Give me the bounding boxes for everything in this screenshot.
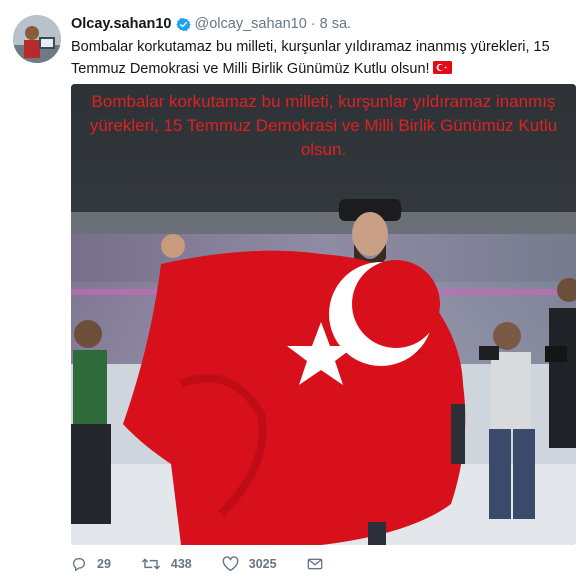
tweet-text-body: Bombalar korkutamaz bu milleti, kurşunla… bbox=[71, 39, 550, 77]
retweet-count: 438 bbox=[170, 557, 192, 571]
tweet-media[interactable]: Bombalar korkutamaz bu milleti, kurşunla… bbox=[71, 84, 576, 545]
tweet-text: Bombalar korkutamaz bu milleti, kurşunla… bbox=[71, 36, 571, 80]
like-icon bbox=[222, 556, 239, 572]
retweet-icon bbox=[141, 558, 161, 570]
timestamp[interactable]: 8 sa. bbox=[320, 16, 351, 32]
reply-icon bbox=[72, 558, 85, 571]
like-button[interactable]: 3025 bbox=[222, 556, 277, 572]
reply-count: 29 bbox=[97, 557, 111, 571]
media-caption: Bombalar korkutamaz bu milleti, kurşunla… bbox=[89, 92, 558, 159]
display-name[interactable]: Olcay.sahan10 bbox=[71, 16, 172, 32]
retweet-button[interactable]: 438 bbox=[141, 556, 192, 572]
separator-dot: · bbox=[310, 16, 316, 32]
like-count: 3025 bbox=[248, 557, 277, 571]
turkey-flag-icon bbox=[432, 59, 452, 74]
avatar[interactable] bbox=[13, 15, 61, 63]
tweet-actions: 29 438 3025 bbox=[71, 554, 363, 574]
verified-badge-icon bbox=[175, 17, 191, 32]
direct-message-icon bbox=[307, 558, 322, 570]
reply-button[interactable]: 29 bbox=[71, 556, 111, 572]
direct-message-button[interactable] bbox=[307, 557, 333, 571]
handle[interactable]: @olcay_sahan10 bbox=[195, 16, 307, 32]
tweet-header: Olcay.sahan10 @olcay_sahan10 · 8 sa. bbox=[71, 15, 351, 33]
tweet-card[interactable]: Olcay.sahan10 @olcay_sahan10 · 8 sa. Bom… bbox=[0, 0, 583, 580]
